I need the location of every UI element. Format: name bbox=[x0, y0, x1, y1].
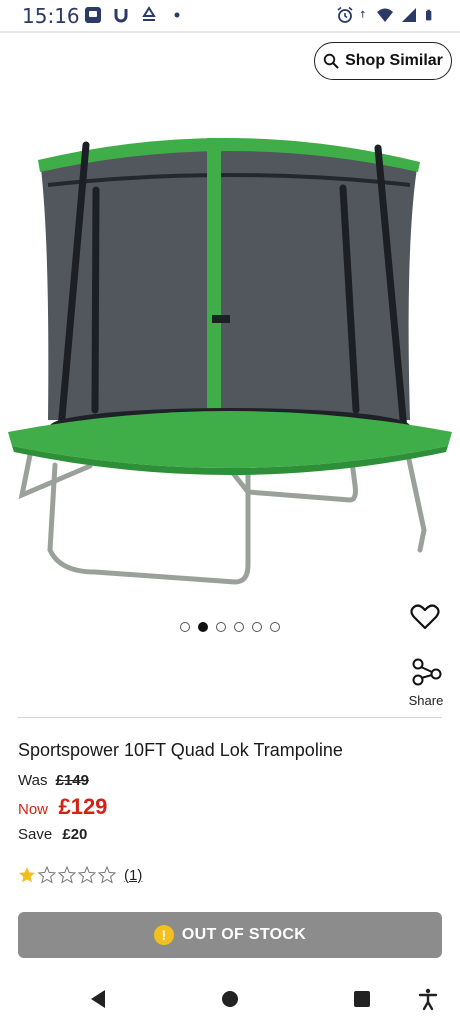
status-time: 15:16 bbox=[22, 4, 80, 28]
notification-u-icon bbox=[114, 9, 128, 23]
rating-row: (1) bbox=[18, 866, 142, 884]
was-price: £149 bbox=[55, 772, 89, 789]
star-rating bbox=[18, 866, 116, 884]
product-title: Sportspower 10FT Quad Lok Trampoline bbox=[18, 740, 343, 760]
save-amount: £20 bbox=[62, 826, 88, 843]
wishlist-heart-icon[interactable] bbox=[410, 602, 440, 632]
shop-similar-button[interactable]: Shop Similar bbox=[314, 42, 452, 80]
signal-icon bbox=[402, 8, 416, 22]
warning-icon: ! bbox=[153, 925, 174, 945]
star-empty-icon bbox=[98, 866, 116, 884]
carousel-dot[interactable] bbox=[216, 622, 226, 632]
data-arrows-icon bbox=[360, 10, 365, 18]
was-price-row: Was £149 bbox=[18, 772, 89, 789]
status-bar: 15:16 bbox=[0, 0, 460, 32]
search-icon bbox=[323, 53, 339, 69]
carousel-dot[interactable] bbox=[270, 622, 280, 632]
save-label: Save bbox=[18, 826, 53, 843]
share-label: Share bbox=[408, 693, 444, 708]
star-empty-icon bbox=[78, 866, 96, 884]
now-price-row: Now £129 bbox=[18, 794, 107, 820]
carousel-dot[interactable] bbox=[234, 622, 244, 632]
out-of-stock-button[interactable]: ! OUT OF STOCK bbox=[18, 912, 442, 958]
battery-icon bbox=[426, 9, 432, 21]
top-divider bbox=[0, 31, 460, 33]
star-empty-icon bbox=[38, 866, 56, 884]
home-icon[interactable] bbox=[218, 987, 242, 1011]
status-left-icons bbox=[84, 6, 186, 24]
save-row: Save £20 bbox=[18, 826, 87, 843]
now-label: Now bbox=[18, 801, 49, 818]
section-divider bbox=[18, 717, 442, 718]
carousel-dot[interactable] bbox=[180, 622, 190, 632]
product-image[interactable] bbox=[0, 110, 460, 600]
wifi-icon bbox=[377, 8, 393, 22]
back-icon[interactable] bbox=[86, 987, 110, 1011]
sim-card-icon bbox=[85, 7, 101, 23]
was-label: Was bbox=[18, 772, 48, 789]
carousel-dot[interactable] bbox=[198, 622, 208, 632]
alarm-icon bbox=[337, 6, 353, 23]
star-filled-icon bbox=[19, 867, 35, 883]
star-empty-icon bbox=[58, 866, 76, 884]
now-price: £129 bbox=[58, 794, 108, 819]
share-button[interactable]: Share bbox=[404, 658, 448, 710]
android-nav-bar bbox=[0, 975, 460, 1024]
share-icon bbox=[412, 658, 442, 686]
recents-icon[interactable] bbox=[350, 987, 374, 1011]
review-count-link[interactable]: (1) bbox=[124, 867, 142, 884]
accessibility-icon[interactable] bbox=[416, 987, 440, 1011]
carousel-dot[interactable] bbox=[252, 622, 262, 632]
status-right-icons bbox=[336, 6, 436, 24]
shop-similar-label: Shop Similar bbox=[345, 52, 443, 69]
dot-icon bbox=[174, 12, 180, 18]
recycle-icon bbox=[142, 6, 156, 21]
out-of-stock-label: OUT OF STOCK bbox=[181, 926, 307, 943]
image-carousel-dots bbox=[180, 622, 280, 632]
